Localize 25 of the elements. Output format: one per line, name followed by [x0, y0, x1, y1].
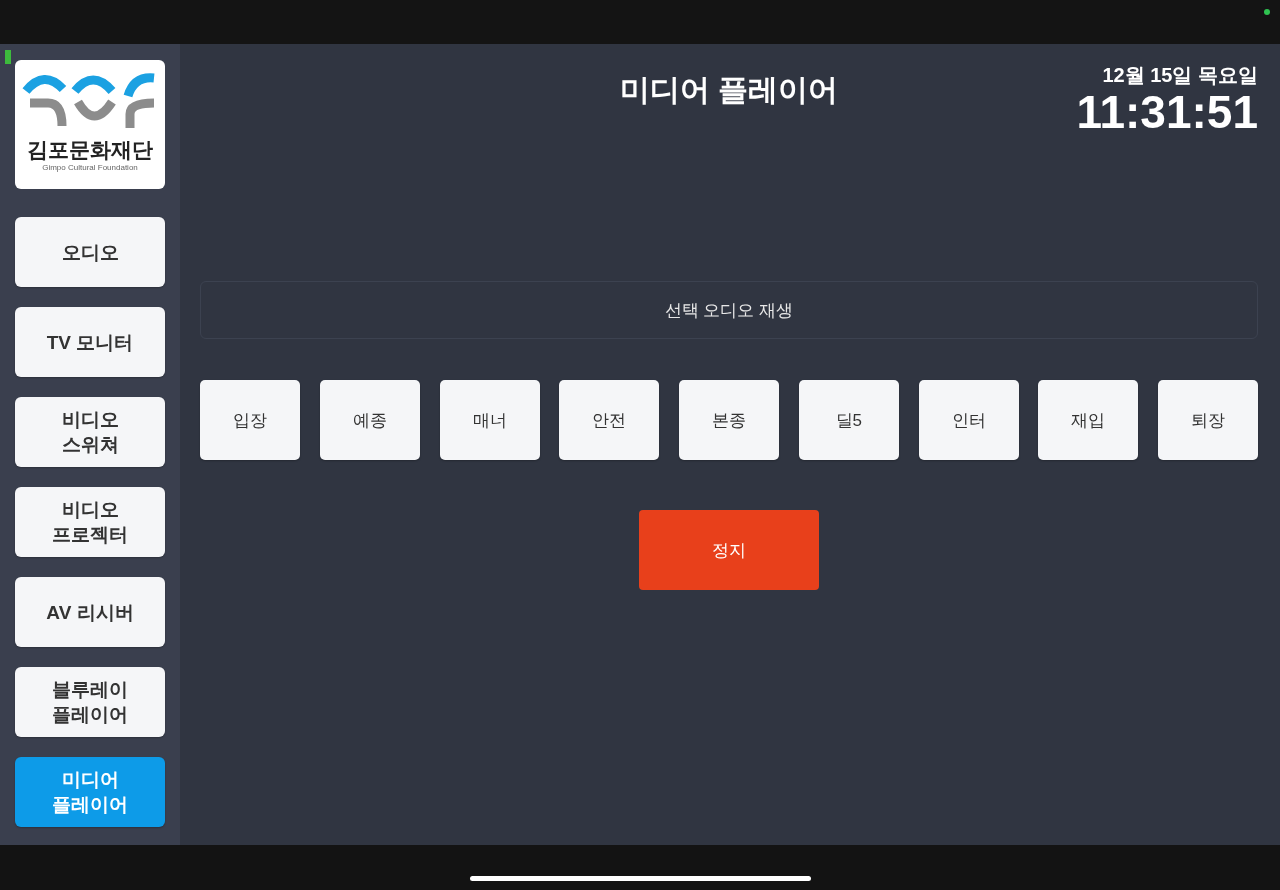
date-text: 12월 15일 목요일	[1102, 63, 1258, 87]
home-indicator[interactable]	[469, 876, 811, 881]
logo-subtitle-text: Gimpo Cultural Foundation	[42, 163, 138, 173]
track-button[interactable]: 본종	[679, 380, 779, 460]
sidebar-item[interactable]: 비디오 프로젝터	[15, 487, 165, 557]
track-button[interactable]: 인터	[918, 380, 1019, 460]
track-button[interactable]: 입장	[200, 380, 300, 460]
status-dot-icon	[1264, 9, 1270, 15]
track-button[interactable]: 안전	[559, 380, 660, 460]
indicator-icon	[5, 50, 11, 64]
selection-display: 선택 오디오 재생	[200, 281, 1258, 339]
track-button[interactable]: 퇴장	[1158, 380, 1258, 460]
track-button[interactable]: 재입	[1038, 380, 1139, 460]
track-button[interactable]: 예종	[319, 380, 420, 460]
sidebar-item[interactable]: 블루레이 플레이어	[15, 667, 165, 737]
sidebar-item[interactable]: TV 모니터	[15, 307, 165, 377]
sidebar-item[interactable]: AV 리시버	[15, 577, 165, 647]
sidebar-item[interactable]: 오디오	[15, 217, 165, 287]
stop-button[interactable]: 정지	[639, 510, 819, 590]
track-button[interactable]: 딜5	[798, 380, 899, 460]
clock-time: 11:31:51	[1076, 87, 1258, 137]
page-title: 미디어 플레이어	[619, 72, 839, 108]
track-button[interactable]: 매너	[439, 380, 540, 460]
sidebar-item[interactable]: 비디오 스위쳐	[15, 397, 165, 467]
logo-name-text: 김포문화재단	[27, 137, 153, 163]
